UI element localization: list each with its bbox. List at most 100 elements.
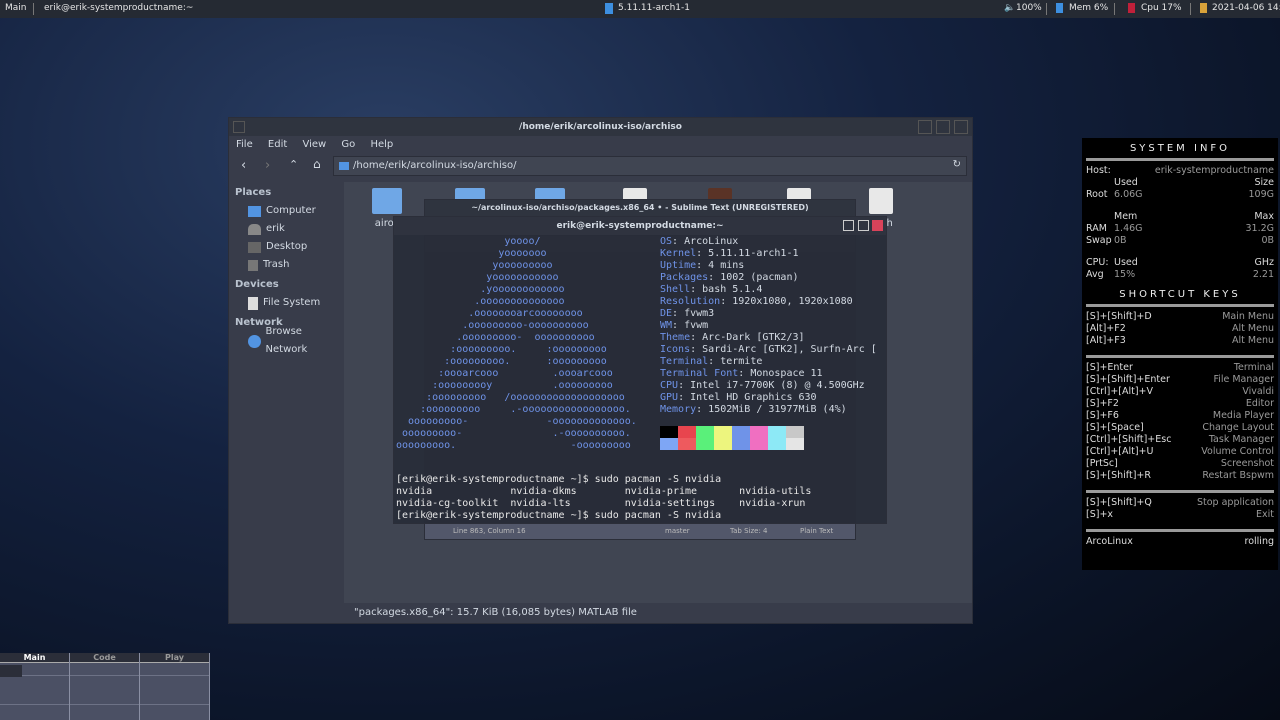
shortcut-row: [Ctrl]+[Alt]+V Vivaldi — [1086, 386, 1274, 398]
shortcut-key: [S]+x — [1086, 509, 1114, 520]
desktop-icon — [248, 241, 261, 253]
shortcut-key: [S]+[Shift]+Enter — [1086, 374, 1170, 385]
window-menu-button[interactable] — [233, 121, 245, 133]
menu-file[interactable]: File — [236, 139, 253, 150]
sublime-titlebar[interactable]: ~/arcolinux-iso/archiso/packages.x86_64 … — [425, 200, 855, 216]
shortcut-row: [Alt]+F3 Alt Menu — [1086, 335, 1274, 347]
computer-icon — [248, 205, 261, 217]
volume-level[interactable]: 100% — [1016, 3, 1042, 13]
pager-desk-play[interactable]: Play — [140, 653, 210, 720]
reload-icon[interactable]: ↻ — [953, 159, 961, 170]
minimize-button[interactable] — [918, 120, 932, 134]
shortcut-action: Editor — [1245, 398, 1274, 409]
sidebar-item-desktop[interactable]: Desktop — [235, 238, 344, 256]
ascii-line: yoooo/ — [396, 236, 541, 247]
info-value: fvwm3 — [684, 308, 715, 319]
shortcut-row: [S]+Enter Terminal — [1086, 362, 1274, 374]
shortcut-row: [S]+x Exit — [1086, 509, 1274, 521]
path-text[interactable]: /home/erik/arcolinux-iso/archiso/ — [353, 160, 517, 171]
volume-icon[interactable]: 🔈 — [1004, 3, 1015, 13]
terminal-output: [erik@erik-systemproductname ~]$ sudo pa… — [396, 474, 811, 522]
pager-desk-label: Code — [70, 653, 139, 663]
ascii-line: :ooooooooo. :ooooooooo — [396, 356, 607, 367]
back-icon[interactable]: ‹ — [241, 158, 246, 173]
ascii-line: :ooooooooy .ooooooooo — [396, 380, 613, 391]
info-line: Uptime: 4 mins — [660, 260, 745, 271]
shortcut-action: Volume Control — [1201, 446, 1274, 457]
shortcut-row: [Ctrl]+[Alt]+U Volume Control — [1086, 446, 1274, 458]
menu-go[interactable]: Go — [341, 139, 355, 150]
ascii-line: yooooooooooo — [396, 272, 559, 283]
devices-header: Devices — [235, 279, 279, 290]
info-key: Resolution — [660, 296, 721, 307]
info-key: Icons — [660, 344, 691, 355]
info-value: Intel HD Graphics 630 — [690, 392, 817, 403]
info-line: Resolution: 1920x1080, 1920x1080 — [660, 296, 853, 307]
menu-help[interactable]: Help — [370, 139, 393, 150]
external-icon[interactable] — [858, 220, 869, 231]
shortcut-action: Alt Menu — [1232, 323, 1274, 334]
info-line: Terminal: termite — [660, 356, 763, 367]
shortcut-key: [Ctrl]+[Alt]+U — [1086, 446, 1154, 457]
terminal-line: nvidia-cg-toolkit nvidia-lts nvidia-sett… — [396, 498, 806, 509]
ascii-line: ooooooooo- -ooooooooooooo. — [396, 416, 637, 427]
forward-icon[interactable]: › — [265, 158, 270, 173]
pager-window-thumb[interactable] — [0, 665, 22, 677]
shortcut-row: [S]+[Space] Change Layout — [1086, 422, 1274, 434]
maximize-button[interactable] — [936, 120, 950, 134]
syntax[interactable]: Plain Text — [800, 524, 833, 539]
memory-usage: Mem 6% — [1069, 3, 1109, 13]
home-icon[interactable]: ⌂ — [313, 157, 321, 171]
terminal-titlebar[interactable]: erik@erik-systemproductname:~ — [394, 217, 886, 235]
color-palette — [660, 426, 804, 450]
distro-row: ArcoLinux rolling — [1086, 536, 1274, 547]
info-value: Arc-Dark [GTK2/3] — [702, 332, 805, 343]
shortcut-key: [S]+F6 — [1086, 410, 1119, 421]
path-bar[interactable]: /home/erik/arcolinux-iso/archiso/ ↻ — [333, 156, 967, 176]
shortcut-key: [S]+[Shift]+D — [1086, 311, 1152, 322]
shortcut-action: Media Player — [1212, 410, 1274, 421]
sidebar-item-file-system[interactable]: File System — [235, 294, 344, 312]
info-value: 1502MiB / 31977MiB (4%) — [708, 404, 847, 415]
workspace-label[interactable]: Main — [5, 3, 27, 13]
arch-icon — [605, 3, 613, 14]
file-manager-titlebar[interactable]: /home/erik/arcolinux-iso/archiso — [229, 118, 972, 136]
folder-icon — [339, 162, 349, 170]
terminal-window[interactable]: erik@erik-systemproductname:~ yoooo/ yoo… — [393, 216, 887, 524]
pager-desk-main[interactable]: Main — [0, 653, 70, 720]
ascii-line: .yoooooooooooo — [396, 284, 565, 295]
neofetch-info: OS: ArcoLinux Kernel: 5.11.11-arch1-1 Upti… — [660, 236, 877, 416]
close-button[interactable] — [954, 120, 968, 134]
close-icon[interactable] — [872, 220, 883, 231]
info-key: DE — [660, 308, 673, 319]
top-panel: Main erik@erik-systemproductname:~ 5.11.… — [0, 0, 1280, 18]
info-key: Theme — [660, 332, 691, 343]
resize-icon[interactable] — [843, 220, 854, 231]
menu-edit[interactable]: Edit — [268, 139, 287, 150]
desktop-pager[interactable]: Main Code Play — [0, 653, 210, 720]
menu-view[interactable]: View — [302, 139, 326, 150]
clock[interactable]: 2021-04-06 14:06 — [1212, 3, 1280, 13]
tab-size[interactable]: Tab Size: 4 — [730, 524, 767, 539]
shortcut-key: [S]+[Space] — [1086, 422, 1144, 433]
color-swatch — [732, 438, 750, 450]
shortcut-action: Exit — [1256, 509, 1274, 520]
ascii-line: :oooarcooo .oooarcooo — [396, 368, 613, 379]
host-row: Host: erik-systemproductname — [1086, 165, 1274, 176]
sidebar-item-trash[interactable]: Trash — [235, 256, 344, 274]
active-window-title[interactable]: erik@erik-systemproductname:~ — [44, 3, 193, 13]
info-line: Terminal Font: Monospace 11 — [660, 368, 823, 379]
git-branch[interactable]: master — [665, 524, 690, 539]
info-line: Packages: 1002 (pacman) — [660, 272, 799, 283]
sidebar-item-browse-network[interactable]: Browse Network — [235, 326, 344, 355]
info-value: ArcoLinux — [684, 236, 739, 247]
pager-desk-code[interactable]: Code — [70, 653, 140, 720]
sidebar-item-computer[interactable]: Computer — [235, 202, 344, 220]
shortcut-key: [PrtSc] — [1086, 458, 1118, 469]
color-swatch — [714, 438, 732, 450]
pager-desk-label: Main — [0, 653, 69, 663]
info-value: termite — [720, 356, 763, 367]
sidebar-item-erik[interactable]: erik — [235, 220, 344, 238]
ascii-line: ooooooooo- .-oooooooooo. — [396, 428, 631, 439]
up-icon[interactable]: ⌃ — [289, 158, 298, 171]
